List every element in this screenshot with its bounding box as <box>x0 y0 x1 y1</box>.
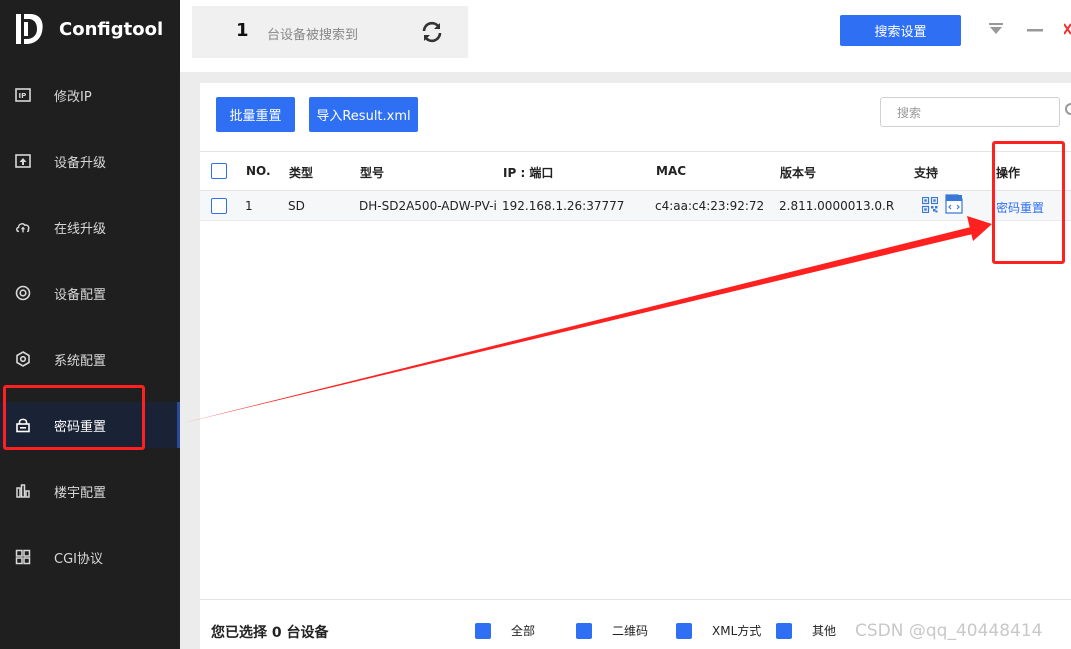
cell-no: 1 <box>245 199 253 213</box>
annotation-box-action <box>992 141 1065 264</box>
main-panel: 批量重置 导入Result.xml 搜索 NO. 类型 型号 IP : 端口 M… <box>200 83 1071 649</box>
refresh-icon[interactable] <box>420 20 444 44</box>
app-logo: Configtool <box>14 12 163 46</box>
watermark: CSDN @qq_40448414 <box>855 621 1043 641</box>
sidebar-item-label: 设备升级 <box>54 155 107 171</box>
dropdown-icon[interactable] <box>988 22 1004 36</box>
annotation-box-sidebar <box>3 385 145 450</box>
col-version: 版本号 <box>780 166 817 180</box>
sidebar-item-label: 修改IP <box>54 89 92 105</box>
filter-label: 全部 <box>511 624 536 638</box>
filter-other-checkbox[interactable] <box>776 622 792 639</box>
sidebar-item-cgi-protocol[interactable]: CGI协议 <box>0 534 180 580</box>
col-mac: MAC <box>656 164 687 178</box>
logo-icon <box>16 14 43 44</box>
import-result-button[interactable]: 导入Result.xml <box>309 97 418 132</box>
search-input[interactable]: 搜索 <box>880 97 1060 127</box>
sidebar-item-system-config[interactable]: 系统配置 <box>0 336 180 382</box>
filter-label: 二维码 <box>612 624 649 638</box>
table-header: NO. 类型 型号 IP : 端口 MAC 版本号 支持 操作 <box>200 151 1071 191</box>
cloud-upload-icon <box>15 219 31 235</box>
filter-label: XML方式 <box>712 624 762 638</box>
sidebar-item-label: 楼宇配置 <box>54 485 107 501</box>
filter-label: 其他 <box>812 624 837 638</box>
xml-file-icon <box>945 194 963 214</box>
device-count: 1 <box>236 20 249 41</box>
device-count-label: 台设备被搜索到 <box>267 28 359 43</box>
filter-all-checkbox[interactable] <box>475 622 491 639</box>
search-placeholder: 搜索 <box>897 105 922 120</box>
filter-qr-checkbox[interactable] <box>576 622 592 639</box>
search-icon[interactable] <box>1065 103 1071 115</box>
select-all-checkbox[interactable] <box>211 163 227 179</box>
qr-code-icon <box>922 197 938 213</box>
sidebar-item-building-config[interactable]: 楼宇配置 <box>0 468 180 514</box>
ip-icon: IP <box>15 87 31 103</box>
grid-icon <box>15 549 31 565</box>
upload-icon <box>15 153 31 169</box>
sidebar-item-label: 设备配置 <box>54 287 107 303</box>
search-settings-button[interactable]: 搜索设置 <box>840 15 961 46</box>
minimize-icon[interactable] <box>1027 29 1043 32</box>
sidebar-item-modify-ip[interactable]: IP 修改IP <box>0 72 180 118</box>
selected-count-text: 您已选择 0 台设备 <box>211 625 329 641</box>
filter-qr-code[interactable]: 二维码 <box>576 622 648 639</box>
svg-text:IP: IP <box>19 92 27 100</box>
col-type: 类型 <box>289 166 314 180</box>
col-support: 支持 <box>914 166 939 180</box>
top-bar: 1 台设备被搜索到 搜索设置 <box>180 0 1071 72</box>
target-icon <box>15 285 31 301</box>
close-icon[interactable] <box>1064 22 1071 36</box>
sidebar-item-device-config[interactable]: 设备配置 <box>0 270 180 316</box>
sidebar-item-device-upgrade[interactable]: 设备升级 <box>0 138 180 184</box>
col-ip-port: IP : 端口 <box>503 166 554 180</box>
filter-xml-checkbox[interactable] <box>676 622 692 639</box>
col-no: NO. <box>246 164 271 178</box>
filter-xml[interactable]: XML方式 <box>676 622 761 639</box>
device-count-panel: 1 台设备被搜索到 <box>192 6 468 58</box>
sidebar: Configtool IP 修改IP 设备升级 在线升级 设备配置 系统配置 密… <box>0 0 180 649</box>
cell-model: DH-SD2A500-ADW-PV-i <box>359 199 497 213</box>
sidebar-item-label: 系统配置 <box>54 353 107 369</box>
sidebar-item-label: 在线升级 <box>54 221 107 237</box>
cell-version: 2.811.0000013.0.R <box>779 199 895 213</box>
cell-type: SD <box>288 199 305 213</box>
building-chart-icon <box>15 483 31 499</box>
cell-ip-port: 192.168.1.26:37777 <box>502 199 625 213</box>
batch-reset-button[interactable]: 批量重置 <box>216 97 295 132</box>
hexagon-gear-icon <box>15 351 31 367</box>
cell-mac: c4:aa:c4:23:92:72 <box>655 199 765 213</box>
row-checkbox[interactable] <box>211 198 227 214</box>
col-model: 型号 <box>360 166 385 180</box>
filter-other[interactable]: 其他 <box>776 622 836 639</box>
sidebar-item-label: CGI协议 <box>54 551 103 567</box>
filter-all[interactable]: 全部 <box>475 622 535 639</box>
app-title: Configtool <box>59 18 164 40</box>
table-row[interactable]: 1 SD DH-SD2A500-ADW-PV-i 192.168.1.26:37… <box>200 191 1071 221</box>
sidebar-item-online-upgrade[interactable]: 在线升级 <box>0 204 180 250</box>
